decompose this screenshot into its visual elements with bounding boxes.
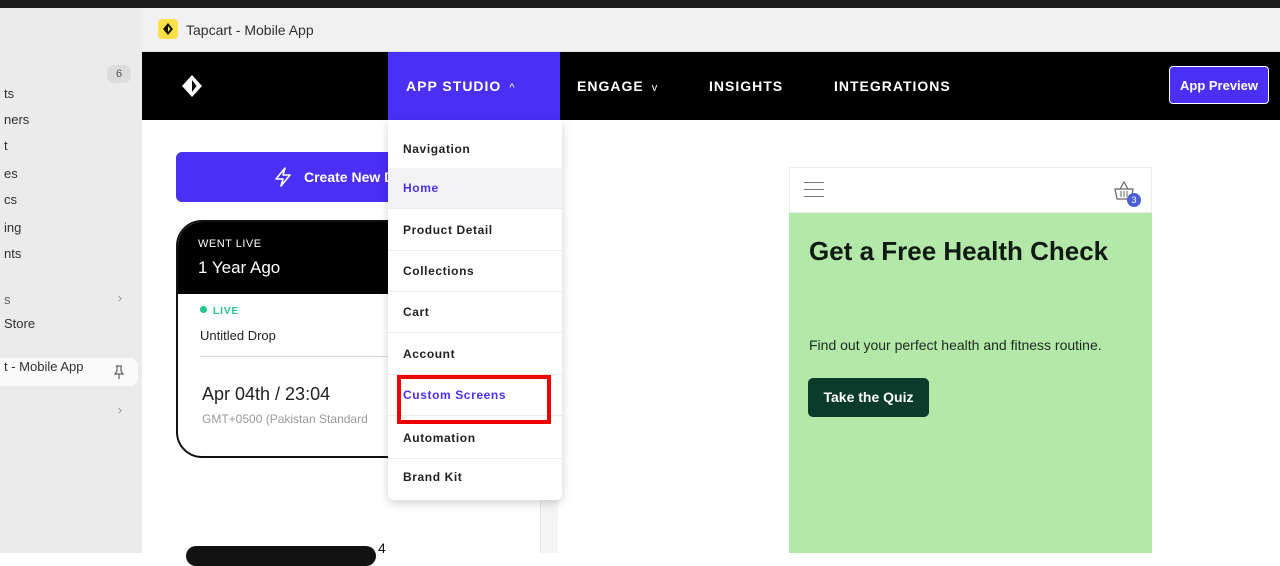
create-new-drop-label: Create New D bbox=[304, 169, 395, 185]
window-top-edge bbox=[0, 0, 1280, 8]
app-title: Tapcart - Mobile App bbox=[186, 22, 314, 38]
sidebar-item-online-store[interactable]: Store bbox=[4, 316, 35, 331]
dropdown-item-automation[interactable]: Automation bbox=[388, 418, 562, 459]
sidebar-item-finances[interactable]: es bbox=[4, 166, 18, 181]
went-live-label: WENT LIVE bbox=[198, 238, 262, 250]
chevron-down-icon: v bbox=[651, 82, 659, 94]
chevron-up-icon: ^ bbox=[509, 82, 516, 94]
pin-icon[interactable] bbox=[113, 365, 125, 379]
dropdown-item-cart[interactable]: Cart bbox=[388, 292, 562, 333]
drop-name: Untitled Drop bbox=[200, 328, 276, 343]
dropdown-item-product-detail[interactable]: Product Detail bbox=[388, 210, 562, 251]
drop-count-badge: 4 bbox=[378, 540, 386, 556]
dropdown-item-collections[interactable]: Collections bbox=[388, 251, 562, 292]
annotation-highlight-box bbox=[397, 375, 551, 424]
dropdown-item-account[interactable]: Account bbox=[388, 334, 562, 375]
sidebar-item-discounts[interactable]: nts bbox=[4, 246, 21, 261]
hero-banner: Get a Free Health Check Find out your pe… bbox=[789, 213, 1152, 553]
nav-integrations[interactable]: INTEGRATIONS bbox=[834, 52, 951, 120]
hero-title: Get a Free Health Check bbox=[809, 236, 1109, 266]
sidebar-item-products[interactable]: ts bbox=[4, 86, 14, 101]
nav-app-studio[interactable]: APP STUDIO ^ bbox=[388, 52, 560, 120]
take-quiz-button[interactable]: Take the Quiz bbox=[808, 378, 929, 417]
dropdown-item-home[interactable]: Home bbox=[388, 168, 562, 209]
dropdown-item-navigation[interactable]: Navigation bbox=[388, 129, 562, 170]
nav-engage[interactable]: ENGAGE v bbox=[577, 52, 658, 120]
chevron-right-icon[interactable]: › bbox=[118, 403, 122, 417]
tapcart-logo-icon[interactable] bbox=[178, 72, 206, 100]
sidebar-item-customers[interactable]: ners bbox=[4, 112, 29, 127]
drop-date: Apr 04th / 23:04 bbox=[202, 384, 331, 404]
dropdown-item-brand-kit[interactable]: Brand Kit bbox=[388, 457, 562, 498]
hamburger-menu-icon[interactable] bbox=[804, 182, 824, 197]
app-preview-button[interactable]: App Preview bbox=[1169, 66, 1269, 104]
sidebar-item-marketing[interactable]: ing bbox=[4, 220, 21, 235]
live-status-text: LIVE bbox=[213, 306, 240, 317]
nav-app-studio-label: APP STUDIO bbox=[406, 78, 502, 94]
drop-card-next[interactable] bbox=[186, 546, 376, 566]
drop-timezone: GMT+0500 (Pakistan Standard bbox=[202, 412, 368, 426]
phone-header: 3 bbox=[789, 167, 1152, 213]
live-status-badge: LIVE bbox=[200, 306, 239, 317]
sidebar-item-content[interactable]: t bbox=[4, 138, 8, 153]
cart-count-badge: 3 bbox=[1127, 193, 1141, 207]
nav-engage-label: ENGAGE bbox=[577, 78, 644, 94]
went-live-ago: 1 Year Ago bbox=[198, 258, 281, 277]
sidebar-item-analytics[interactable]: cs bbox=[4, 192, 17, 207]
app-studio-dropdown: Navigation Home Product Detail Collectio… bbox=[388, 120, 562, 500]
nav-insights[interactable]: INSIGHTS bbox=[709, 52, 783, 120]
admin-sidebar: 6 ts ners t es cs ing nts s › Store t - … bbox=[0, 8, 142, 553]
sidebar-item-tapcart-app[interactable]: t - Mobile App bbox=[4, 359, 84, 374]
hero-subtitle: Find out your perfect health and fitness… bbox=[809, 337, 1102, 353]
sidebar-section-channels[interactable]: s bbox=[4, 292, 11, 307]
chevron-right-icon[interactable]: › bbox=[118, 291, 122, 305]
app-title-bar: Tapcart - Mobile App bbox=[142, 8, 1280, 52]
tapcart-logo-icon bbox=[158, 19, 178, 39]
lightning-icon bbox=[275, 167, 291, 187]
live-dot-icon bbox=[200, 306, 207, 313]
sidebar-count-badge: 6 bbox=[107, 65, 131, 83]
top-navigation: APP STUDIO ^ ENGAGE v INSIGHTS INTEGRATION… bbox=[142, 52, 1280, 120]
